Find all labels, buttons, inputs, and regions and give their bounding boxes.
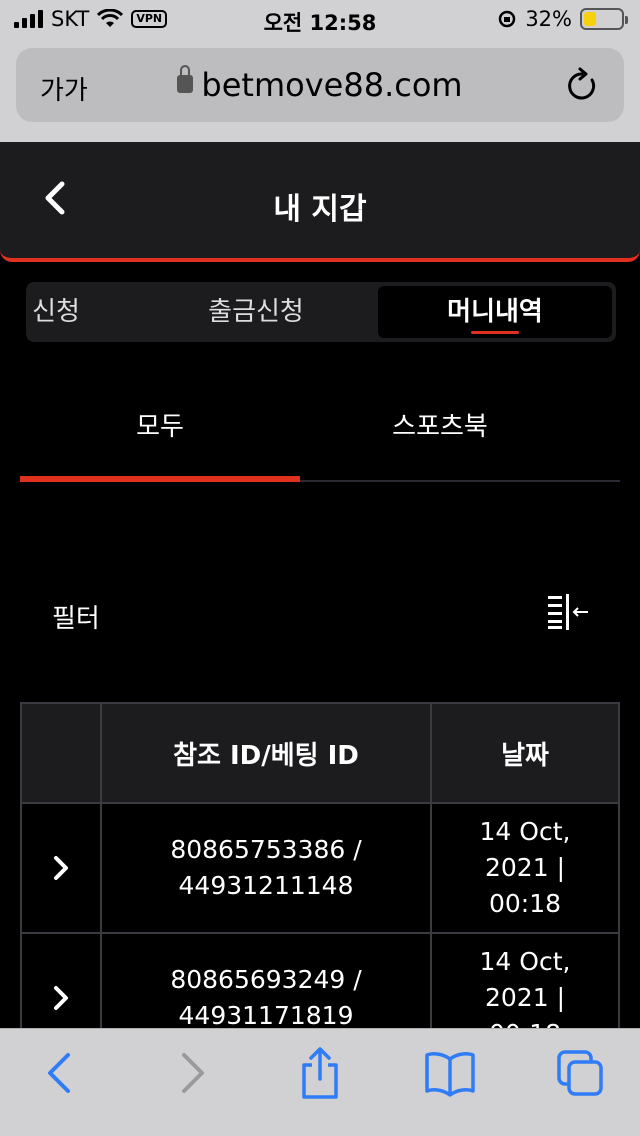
table-header-row: 참조 ID/베팅 ID 날짜 <box>22 704 618 804</box>
date-line2: 2021 | <box>485 983 565 1012</box>
reload-icon[interactable] <box>564 66 600 104</box>
subtab-sportsbook[interactable]: 스포츠북 <box>300 406 580 443</box>
rotation-lock-icon <box>499 10 516 28</box>
browser-toolbar <box>0 1028 640 1136</box>
row-expand-chevron-icon[interactable] <box>51 854 71 882</box>
tab-deposit-request[interactable]: 신청 <box>26 282 116 342</box>
app-header: 내 지갑 <box>0 142 640 262</box>
active-tab-indicator <box>471 331 519 334</box>
share-icon[interactable] <box>298 1045 342 1101</box>
row-expand-chevron-icon[interactable] <box>51 984 71 1012</box>
status-bar: SKT VPN 오전 12:58 32% <box>0 0 640 40</box>
history-table: 참조 ID/베팅 ID 날짜 80865753386 / 44931211148 … <box>20 702 620 1066</box>
expand-cell[interactable] <box>22 804 102 932</box>
bookmarks-icon[interactable] <box>424 1049 476 1097</box>
tabs-icon[interactable] <box>556 1049 606 1099</box>
battery-percent: 32% <box>525 7 572 31</box>
url-bar[interactable]: 가가 betmove88.com <box>16 48 624 122</box>
lock-icon <box>177 65 194 93</box>
subtab-active-indicator <box>20 476 300 482</box>
ref-id-line1: 80865693249 / <box>170 965 362 994</box>
subtab-all[interactable]: 모두 <box>20 406 300 443</box>
browser-forward-icon[interactable] <box>174 1049 210 1097</box>
date-line1: 14 Oct, <box>479 947 571 976</box>
page-title: 내 지갑 <box>273 192 367 227</box>
header-ref-id: 참조 ID/베팅 ID <box>102 704 432 802</box>
browser-back-icon[interactable] <box>42 1049 78 1097</box>
battery-icon <box>580 8 628 30</box>
date-line3: 00:18 <box>488 889 562 918</box>
wallet-tabs: 신청 출금신청 머니내역 <box>26 282 616 342</box>
ref-id-line1: 80865753386 / <box>170 835 362 864</box>
tab-withdraw-request[interactable]: 출금신청 <box>166 282 346 342</box>
url-text: betmove88.com <box>201 66 463 104</box>
ref-id-cell: 80865753386 / 44931211148 <box>102 804 432 932</box>
tab-money-history[interactable]: 머니내역 <box>378 286 612 338</box>
filter-label: 필터 <box>52 604 100 634</box>
date-line1: 14 Oct, <box>479 817 571 846</box>
browser-chrome: SKT VPN 오전 12:58 32% 가가 betmove88.com <box>0 0 640 142</box>
table-row[interactable]: 80865753386 / 44931211148 14 Oct, 2021 | 00… <box>22 804 618 934</box>
date-line2: 2021 | <box>485 853 565 882</box>
header-expand-cell <box>22 704 102 802</box>
tab-money-history-label: 머니내역 <box>447 297 543 327</box>
date-cell: 14 Oct, 2021 | 00:18 <box>432 804 618 932</box>
filter-icon[interactable] <box>546 592 590 632</box>
header-date: 날짜 <box>501 740 549 771</box>
history-subtabs: 모두 스포츠북 <box>20 390 620 482</box>
ref-id-line2: 44931211148 <box>178 871 354 900</box>
